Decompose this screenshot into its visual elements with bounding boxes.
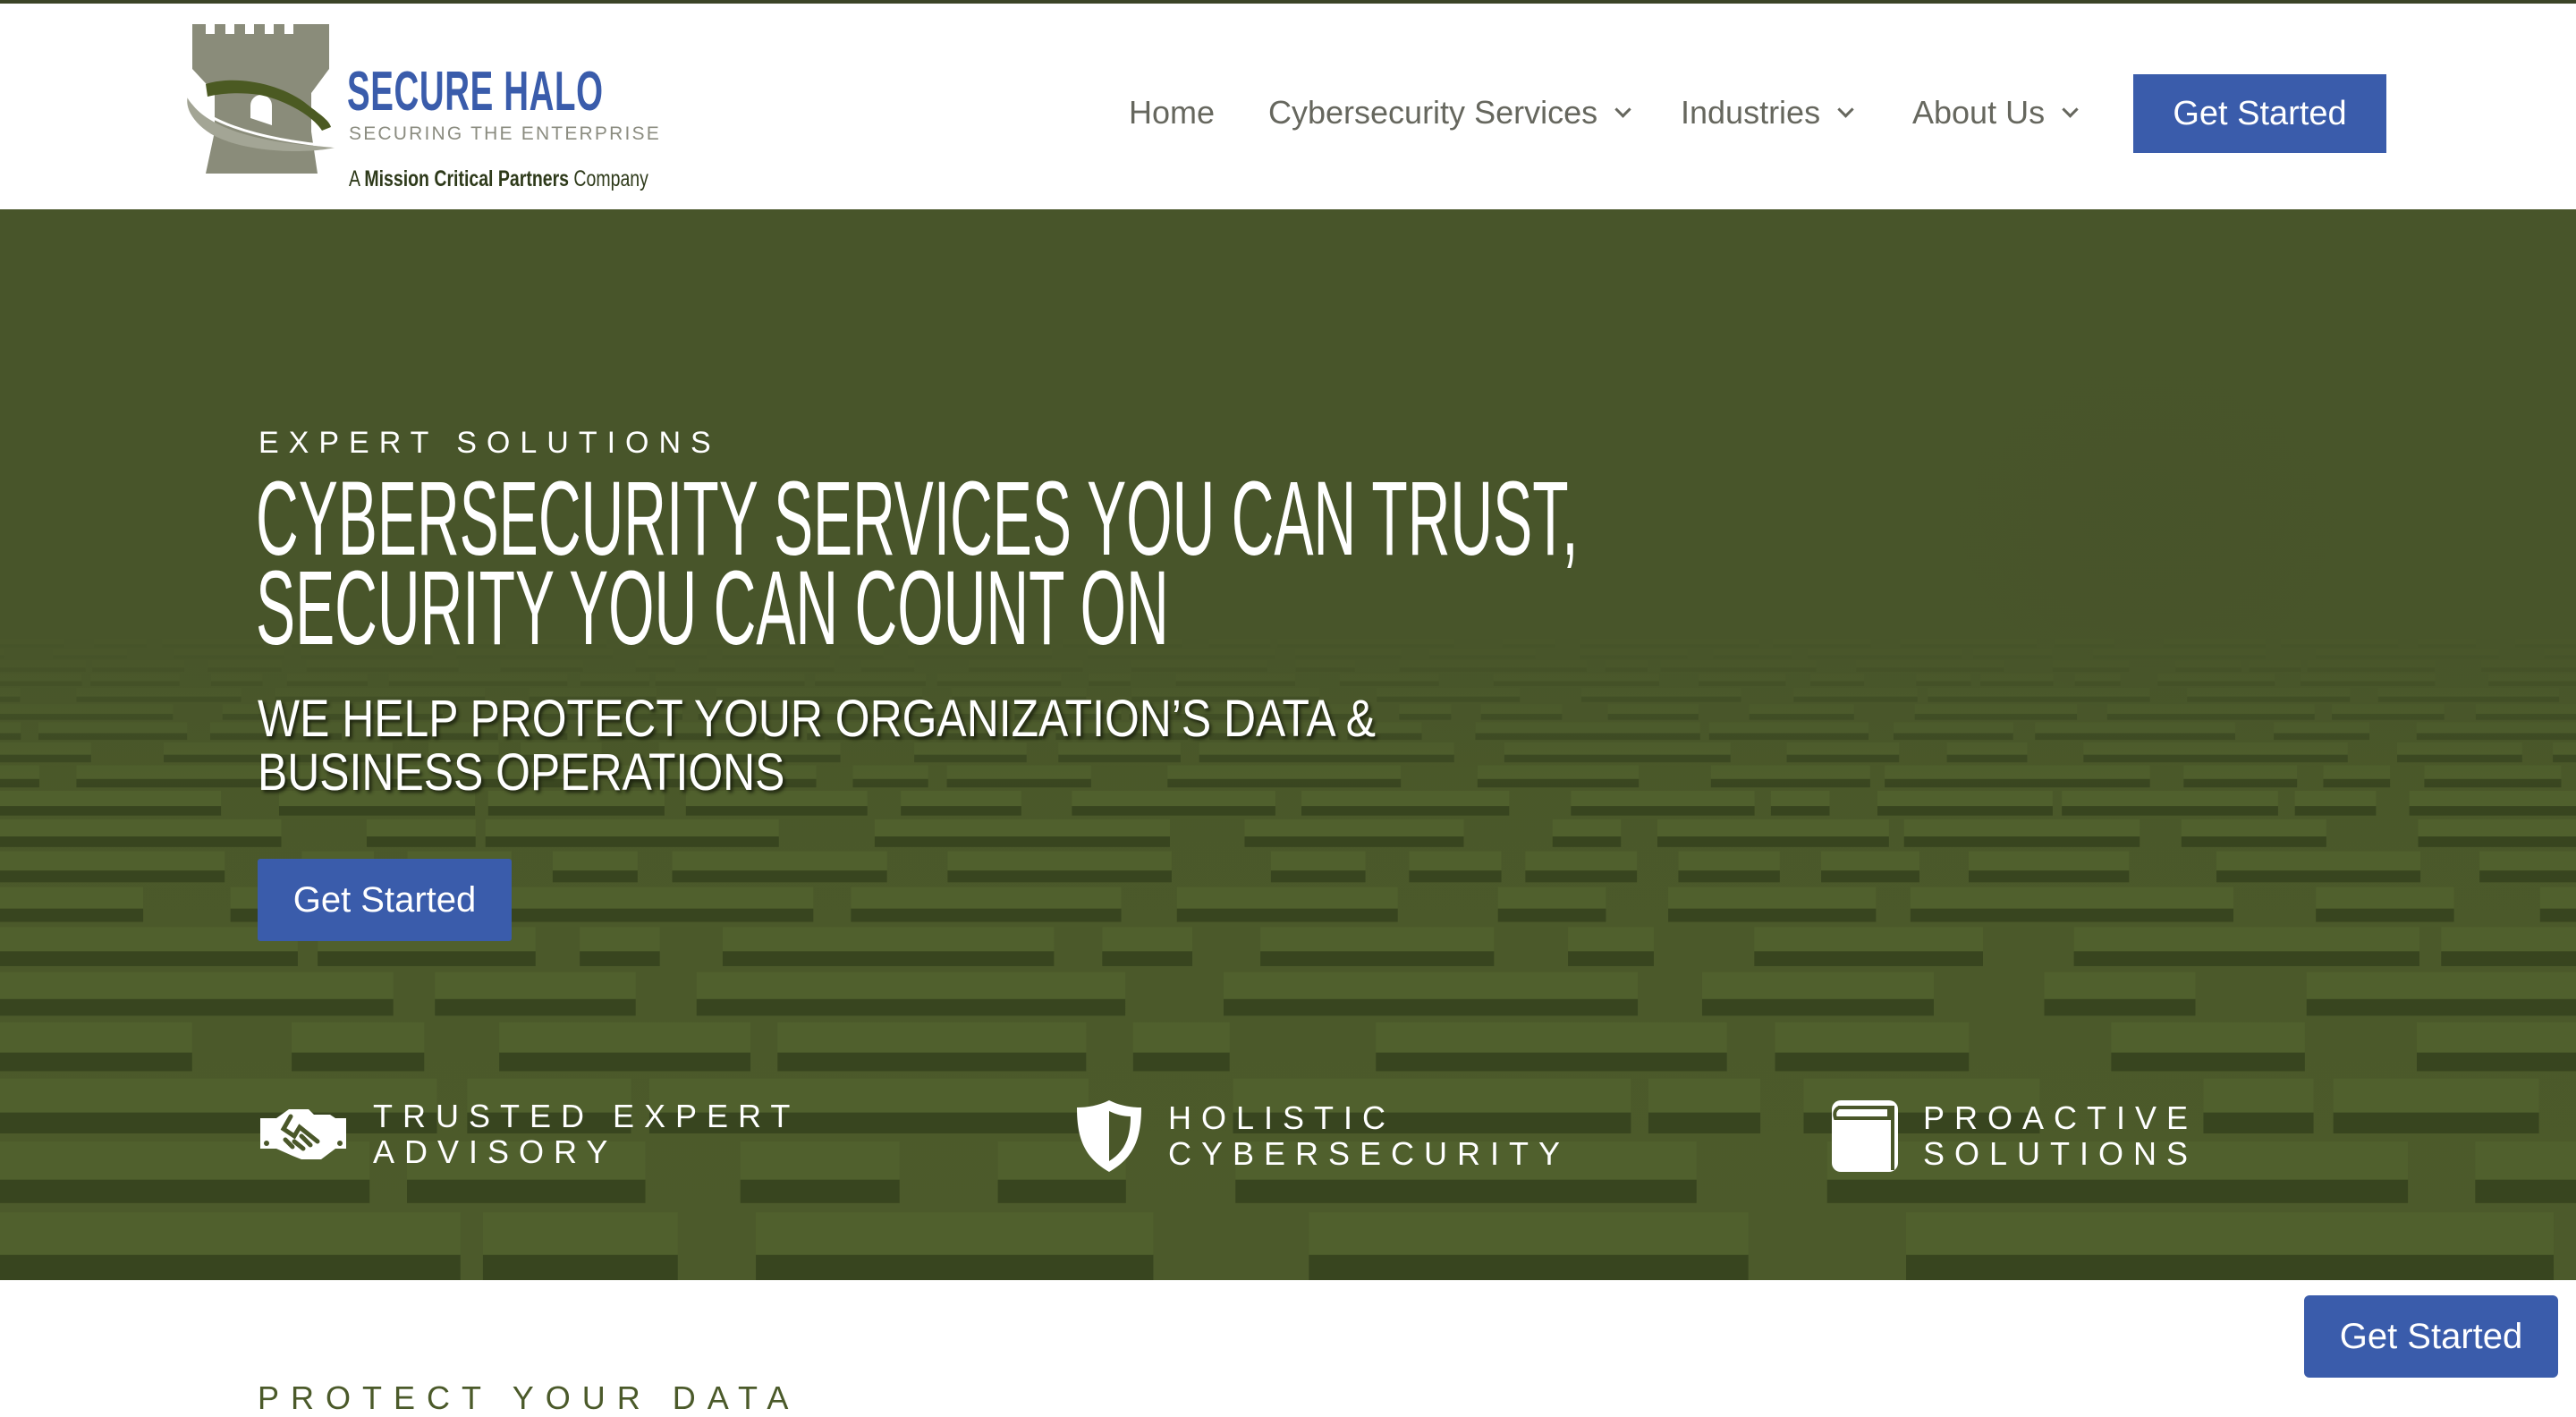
nav-item-industries[interactable]: Industries bbox=[1681, 94, 1854, 132]
nav-label: About Us bbox=[1912, 94, 2046, 131]
chevron-down-icon bbox=[1614, 100, 1631, 118]
headline-line-2: SECURITY YOU CAN COUNT ON bbox=[256, 549, 1169, 667]
subhead-line-1: WE HELP PROTECT YOUR ORGANIZATION’S DATA… bbox=[258, 690, 1376, 748]
shield-icon bbox=[1077, 1100, 1141, 1172]
feature-holistic-cybersecurity: HOLISTIC CYBERSECURITY bbox=[1075, 1099, 1570, 1174]
nav-label: Home bbox=[1129, 94, 1216, 131]
hero-subheadline: WE HELP PROTECT YOUR ORGANIZATION’S DATA… bbox=[258, 692, 1376, 800]
hero-section: EXPERT SOLUTIONS CYBERSECURITY SERVICES … bbox=[0, 209, 2576, 1280]
chevron-down-icon bbox=[2062, 100, 2079, 118]
section-eyebrow-protect-your-data: PROTECT YOUR DATA bbox=[258, 1379, 801, 1416]
nav-item-home[interactable]: Home bbox=[1129, 94, 1215, 132]
nav-item-about-us[interactable]: About Us bbox=[1912, 94, 2079, 132]
feature-line-1: PROACTIVE bbox=[1923, 1099, 2199, 1136]
floating-get-started-button[interactable]: Get Started bbox=[2304, 1295, 2558, 1378]
hero-headline: CYBERSECURITY SERVICES YOU CAN TRUST, SEC… bbox=[256, 466, 1579, 661]
feature-line-2: ADVISORY bbox=[373, 1133, 618, 1170]
nav-label: Cybersecurity Services bbox=[1268, 94, 1598, 131]
subhead-line-2: BUSINESS OPERATIONS bbox=[258, 743, 785, 802]
main-nav: Home Cybersecurity Services Industries A… bbox=[0, 4, 2576, 209]
feature-line-2: SOLUTIONS bbox=[1923, 1135, 2199, 1172]
feature-proactive-solutions: PROACTIVE SOLUTIONS bbox=[1830, 1099, 2198, 1174]
chevron-down-icon bbox=[1837, 100, 1854, 118]
feature-line-1: HOLISTIC bbox=[1168, 1099, 1396, 1136]
hero-get-started-button[interactable]: Get Started bbox=[258, 859, 512, 941]
handshake-icon bbox=[260, 1109, 346, 1159]
feature-line-2: CYBERSECURITY bbox=[1168, 1135, 1571, 1172]
book-icon bbox=[1832, 1100, 1898, 1172]
feature-label: HOLISTIC CYBERSECURITY bbox=[1168, 1100, 1570, 1172]
feature-line-1: TRUSTED EXPERT bbox=[373, 1098, 801, 1134]
site-header: SECURE HALO SECURING THE ENTERPRISE A Mi… bbox=[0, 4, 2576, 209]
feature-trusted-expert-advisory: TRUSTED EXPERT ADVISORY bbox=[258, 1099, 800, 1170]
nav-item-cybersecurity-services[interactable]: Cybersecurity Services bbox=[1268, 94, 1631, 132]
feature-label: PROACTIVE SOLUTIONS bbox=[1923, 1100, 2198, 1172]
header-get-started-button[interactable]: Get Started bbox=[2133, 74, 2386, 153]
nav-label: Industries bbox=[1681, 94, 1821, 131]
feature-label: TRUSTED EXPERT ADVISORY bbox=[373, 1099, 800, 1170]
hero-eyebrow: EXPERT SOLUTIONS bbox=[258, 426, 721, 460]
